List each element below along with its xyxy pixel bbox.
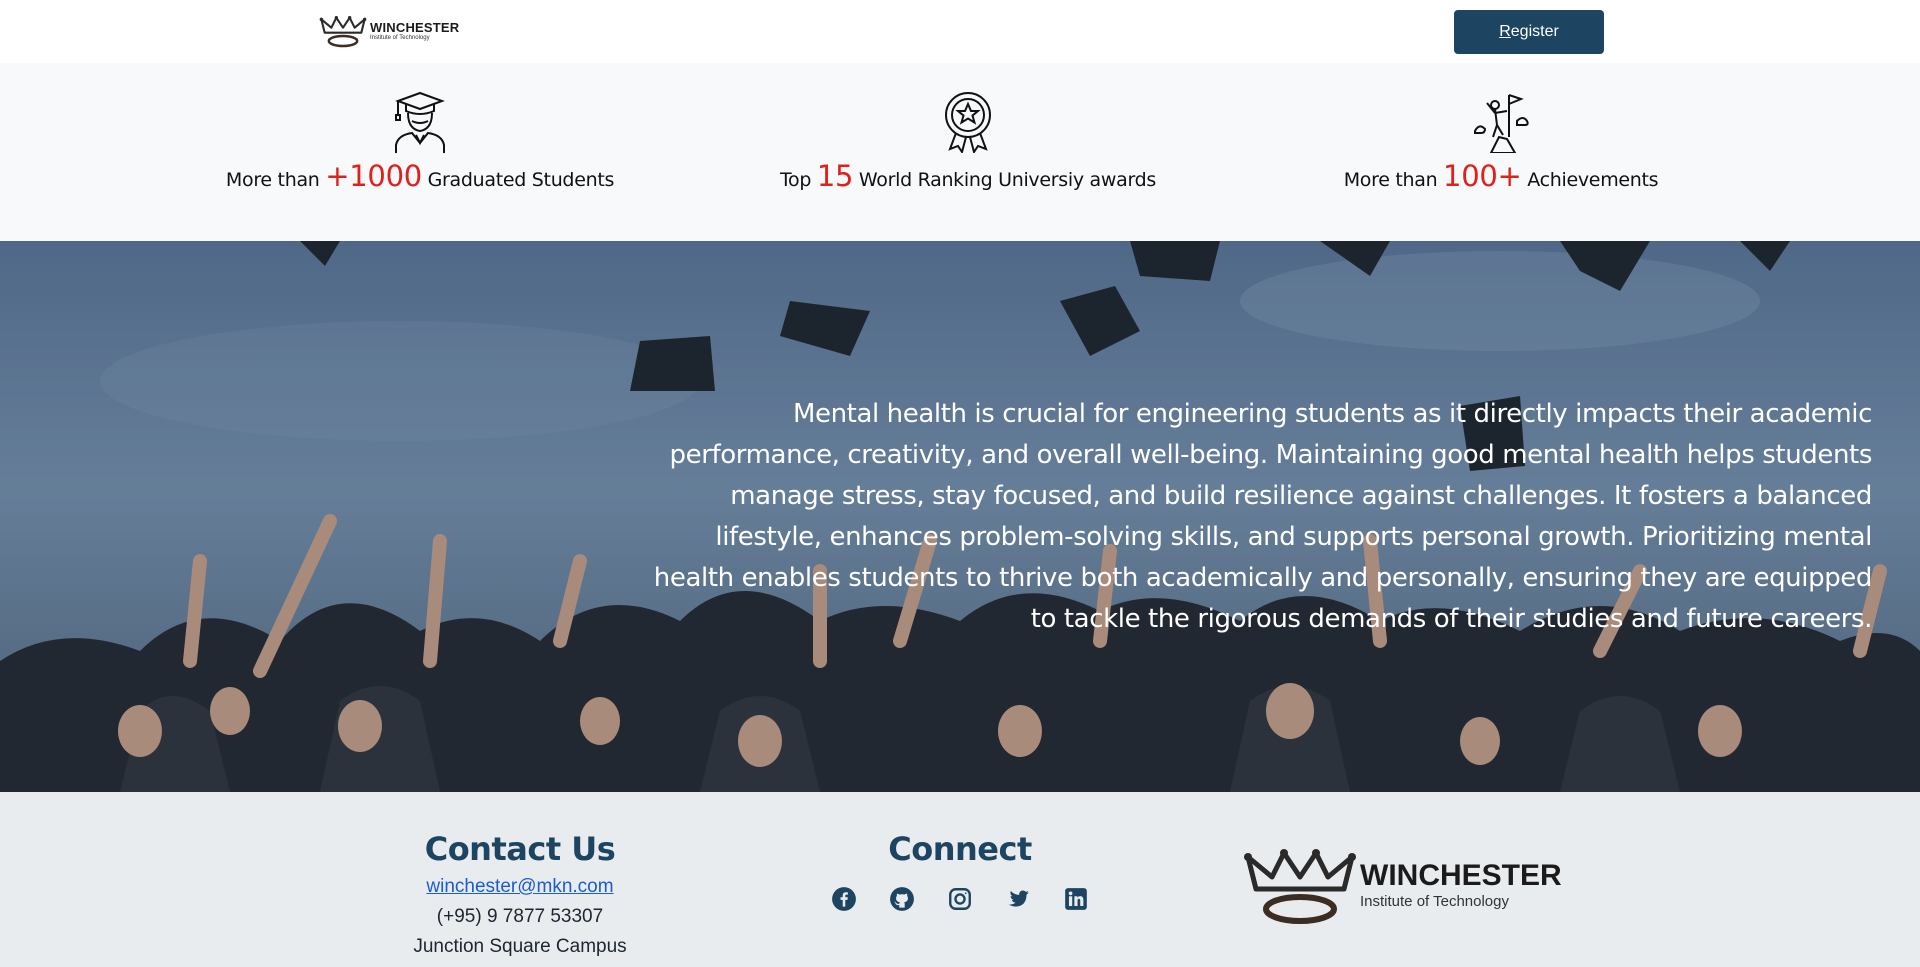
logo-name: WINCHESTER bbox=[370, 20, 460, 35]
github-icon[interactable] bbox=[889, 886, 915, 912]
logo-subtitle: Institute of Technology bbox=[370, 35, 430, 41]
register-button[interactable]: Register bbox=[1454, 10, 1604, 54]
stat-text: More than +1000 Graduated Students bbox=[225, 159, 615, 193]
email-link[interactable]: winchester@mkn.com bbox=[370, 876, 670, 898]
linkedin-icon[interactable] bbox=[1063, 886, 1089, 912]
hero-paragraph: Mental health is crucial for engineering… bbox=[653, 399, 1873, 634]
stats-section: More than +1000 Graduated Students Top 1… bbox=[0, 63, 1920, 241]
instagram-icon[interactable] bbox=[947, 886, 973, 912]
contact-section: Contact Us winchester@mkn.com (+95) 9 78… bbox=[370, 830, 670, 958]
phone-number: (+95) 9 7877 53307 bbox=[436, 906, 604, 927]
stat-ranking: Top 15 World Ranking Universiy awards bbox=[748, 91, 1188, 193]
award-medal-icon bbox=[945, 92, 991, 153]
campus-address: Junction Square Campus bbox=[413, 936, 627, 957]
social-links bbox=[810, 886, 1110, 912]
register-label-rest: egister bbox=[1510, 23, 1559, 40]
contact-heading: Contact Us bbox=[424, 830, 616, 868]
stat-graduated: More than +1000 Graduated Students bbox=[200, 91, 640, 193]
stat-number: 100+ bbox=[1443, 159, 1522, 193]
stat-achievements: More than 100+ Achievements bbox=[1281, 91, 1721, 193]
hero-section: Mental health is crucial for engineering… bbox=[0, 241, 1920, 792]
logo-subtitle: Institute of Technology bbox=[1360, 892, 1509, 910]
stat-number: +1000 bbox=[325, 159, 422, 193]
register-label-first: R bbox=[1499, 23, 1511, 40]
facebook-icon[interactable] bbox=[831, 886, 857, 912]
twitter-icon[interactable] bbox=[1005, 886, 1031, 912]
footer-logo[interactable]: WINCHESTER Institute of Technology bbox=[1240, 844, 1562, 926]
stat-text: More than 100+ Achievements bbox=[1343, 159, 1659, 193]
connect-section: Connect bbox=[810, 830, 1110, 912]
logo-name: WINCHESTER bbox=[1360, 858, 1562, 892]
nav-logo[interactable]: WINCHESTER Institute of Technology bbox=[318, 12, 459, 50]
footer: Contact Us winchester@mkn.com (+95) 9 78… bbox=[0, 792, 1920, 967]
crown-logo-icon bbox=[319, 16, 367, 48]
achievement-icon bbox=[1474, 94, 1529, 153]
crown-logo-icon bbox=[1244, 849, 1356, 924]
graduate-icon bbox=[395, 91, 445, 153]
stat-text: Top 15 World Ranking Universiy awards bbox=[779, 159, 1157, 193]
stat-number: 15 bbox=[816, 159, 854, 193]
connect-heading: Connect bbox=[888, 830, 1032, 868]
navbar: WINCHESTER Institute of Technology Regis… bbox=[0, 0, 1920, 63]
